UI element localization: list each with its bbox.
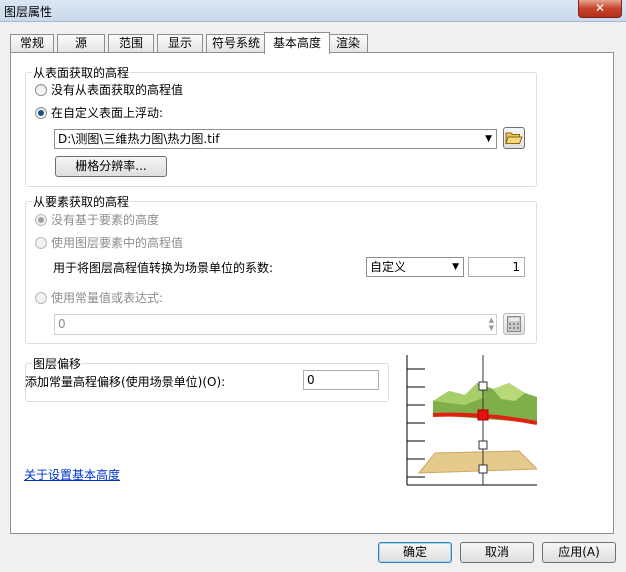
radio-no-surface[interactable]: 没有从表面获取的高程值: [35, 82, 183, 98]
radio-button[interactable]: [35, 292, 47, 304]
expression-input[interactable]: 0 ▲ ▼: [54, 314, 497, 335]
radio-button[interactable]: [35, 214, 47, 226]
base-height-illustration: [406, 355, 537, 486]
conversion-factor-label: 用于将图层高程值转换为场景单位的系数:: [53, 261, 274, 275]
apply-button[interactable]: 应用(A): [542, 542, 616, 563]
tab-display[interactable]: 显示: [157, 34, 203, 53]
help-link-base-heights[interactable]: 关于设置基本高度: [24, 466, 120, 483]
tab-symbology[interactable]: 符号系统: [206, 34, 266, 53]
unit-select-value: 自定义: [370, 260, 407, 274]
close-button[interactable]: ✕: [578, 0, 622, 18]
conversion-factor-input[interactable]: 1: [468, 257, 525, 277]
offset-input[interactable]: 0: [303, 370, 379, 390]
radio-label: 没有基于要素的高度: [51, 213, 160, 227]
tab-panel: 从表面获取的高程 没有从表面获取的高程值 在自定义表面上浮动: D:\测图\三维…: [10, 52, 614, 534]
surface-group-title: 从表面获取的高程: [32, 64, 131, 81]
expression-builder-button[interactable]: [503, 313, 525, 335]
radio-label: 使用图层要素中的高程值: [51, 236, 184, 250]
unit-select[interactable]: 自定义 ▼: [366, 257, 464, 277]
ok-button[interactable]: 确定: [378, 542, 452, 563]
radio-button[interactable]: [35, 107, 47, 119]
tab-rendering[interactable]: 渲染: [328, 34, 368, 53]
radio-custom-surface[interactable]: 在自定义表面上浮动:: [35, 105, 163, 121]
title-bar: 图层属性 ✕: [0, 0, 626, 22]
radio-constant-expression[interactable]: 使用常量值或表达式:: [35, 290, 163, 306]
radio-label: 没有从表面获取的高程值: [51, 83, 184, 97]
close-icon: ✕: [594, 1, 606, 15]
feature-group-title: 从要素获取的高程: [32, 193, 131, 210]
expression-value: 0: [58, 317, 66, 331]
cancel-button[interactable]: 取消: [460, 542, 534, 563]
tab-source[interactable]: 源: [57, 34, 105, 53]
radio-layer-elevation[interactable]: 使用图层要素中的高程值: [35, 235, 183, 251]
radio-button[interactable]: [35, 237, 47, 249]
folder-open-icon: [505, 132, 523, 144]
surface-path-select[interactable]: D:\测图\三维热力图\热力图.tif ▼: [54, 129, 497, 149]
offset-group-title: 图层偏移: [32, 355, 83, 372]
chevron-down-icon: ▼: [452, 262, 459, 272]
tab-base-heights[interactable]: 基本高度: [264, 32, 330, 54]
spinner-icon[interactable]: ▲ ▼: [489, 316, 494, 332]
browse-surface-button[interactable]: [503, 127, 525, 149]
offset-label: 添加常量高程偏移(使用场景单位)(O):: [25, 375, 226, 389]
radio-label: 在自定义表面上浮动:: [51, 106, 164, 120]
tab-extent[interactable]: 范围: [108, 34, 154, 53]
window-title: 图层属性: [4, 5, 53, 19]
raster-resolution-button[interactable]: 栅格分辨率...: [55, 156, 167, 177]
chevron-down-icon: ▼: [485, 134, 492, 144]
calculator-icon: [507, 316, 521, 332]
radio-label: 使用常量值或表达式:: [51, 291, 164, 305]
surface-path-value: D:\测图\三维热力图\热力图.tif: [58, 132, 220, 146]
radio-button[interactable]: [35, 84, 47, 96]
radio-no-feature-height[interactable]: 没有基于要素的高度: [35, 212, 159, 228]
tab-general[interactable]: 常规: [10, 34, 54, 53]
